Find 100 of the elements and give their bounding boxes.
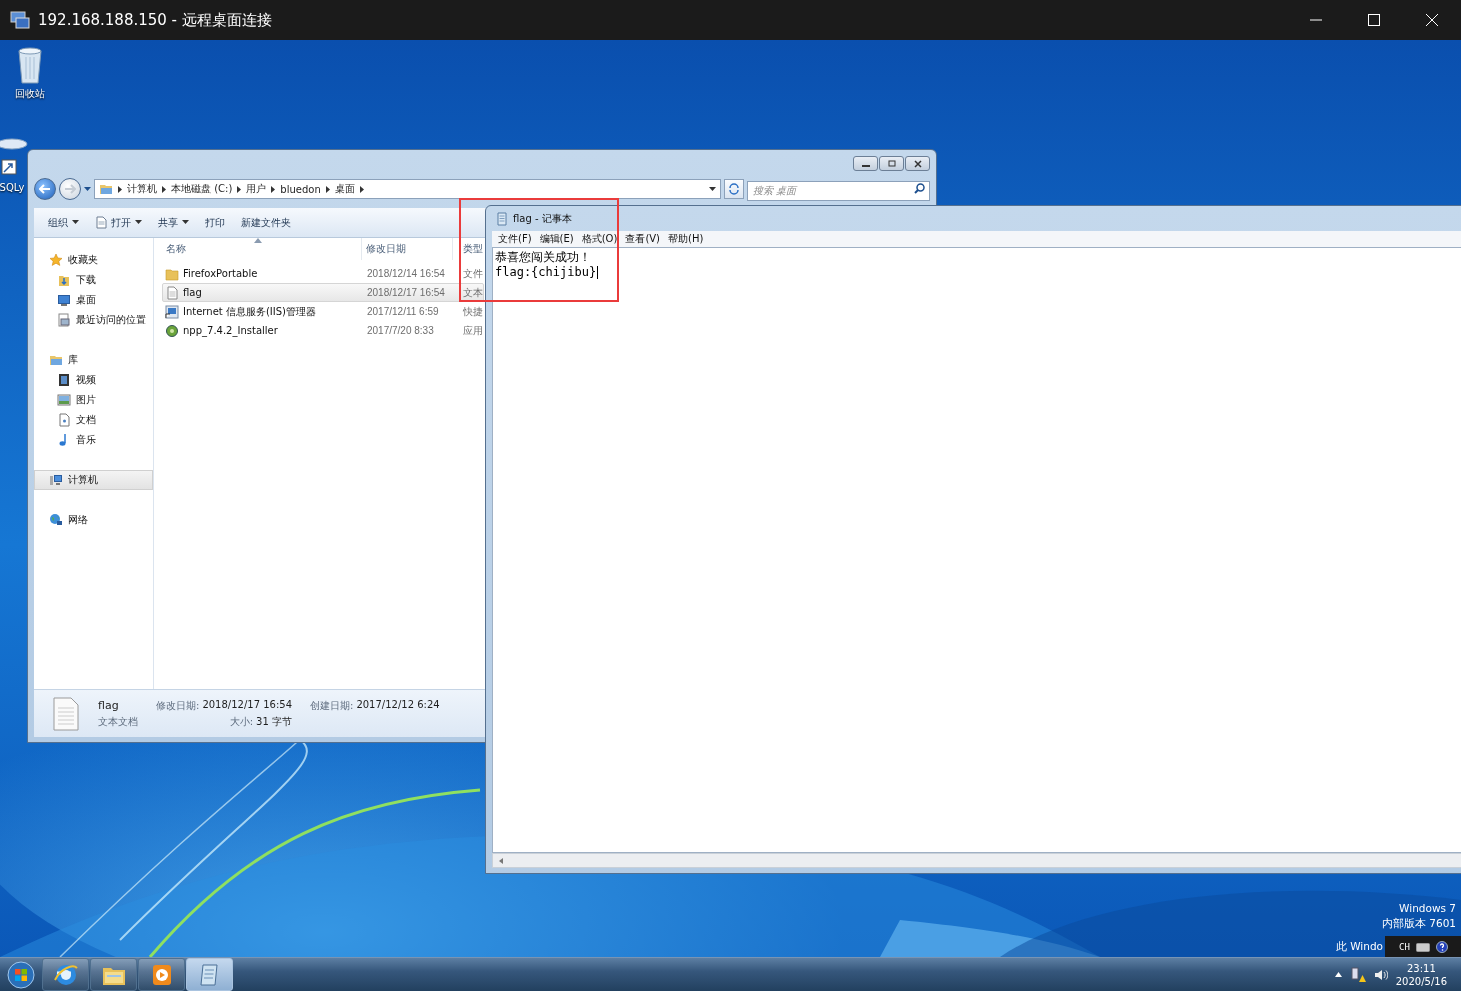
nav-item[interactable]: 下载: [34, 270, 153, 290]
folder-icon: [57, 273, 71, 287]
chevron-icon: [325, 185, 330, 193]
forward-button[interactable]: [59, 178, 81, 200]
column-header[interactable]: 修改日期: [362, 238, 453, 260]
menu-item[interactable]: 查看(V): [621, 232, 665, 246]
address-bar[interactable]: 计算机 本地磁盘 (C:) 用户 bluedon 桌面: [94, 179, 721, 199]
minimize-button[interactable]: [853, 156, 878, 171]
horizontal-scrollbar[interactable]: [492, 853, 1461, 868]
text-file-icon: [52, 695, 80, 732]
menu-item[interactable]: 格式(O): [577, 232, 622, 246]
file-row[interactable]: npp_7.4.2_Installer 2017/7/20 8:33 应用: [162, 321, 484, 340]
toolbar-button[interactable]: 共享: [152, 212, 195, 233]
window-title: 192.168.188.150 - 远程桌面连接: [38, 10, 273, 30]
watermark-text: 内部版本 7601: [1381, 916, 1456, 931]
date-cell-text: 2018/12/14 16:54: [366, 268, 446, 279]
menu-item[interactable]: 帮助(H): [664, 232, 708, 246]
file-row[interactable]: Internet 信息服务(IIS)管理器 2017/12/11 6:59 快捷: [162, 302, 484, 321]
file-type: 文本文档: [98, 714, 138, 729]
breadcrumb-item[interactable]: 桌面: [334, 182, 355, 196]
toolbar-button[interactable]: 组织: [42, 212, 85, 233]
field-value: 2018/12/17 16:54: [202, 698, 292, 712]
close-button[interactable]: [905, 156, 930, 171]
forward-arrow-icon: [64, 184, 76, 194]
close-icon: [913, 159, 922, 168]
chevron-icon: [359, 185, 364, 193]
menu-item[interactable]: 编辑(E): [535, 232, 578, 246]
date-cell-text: 2017/12/11 6:59: [366, 306, 440, 317]
file-name: flag: [183, 287, 202, 298]
column-header[interactable]: 名称: [162, 238, 362, 260]
date-cell-text: 2017/7/20 8:33: [366, 325, 435, 336]
file-row[interactable]: flag 2018/12/17 16:54 文本: [162, 283, 484, 302]
file-name: Internet 信息服务(IIS)管理器: [183, 304, 316, 319]
network-icon: [49, 513, 63, 527]
nav-item[interactable]: 图片: [34, 390, 153, 410]
taskbar-button[interactable]: [42, 958, 89, 991]
text-file-icon: [165, 285, 179, 300]
breadcrumb-item[interactable]: 计算机: [127, 182, 157, 196]
type-cell-text: 文件: [462, 266, 483, 281]
search-icon: [914, 183, 925, 194]
breadcrumb-item[interactable]: bluedon: [280, 183, 321, 195]
language-code[interactable]: CH: [1399, 941, 1410, 952]
toolbar-button[interactable]: 打开: [89, 212, 148, 233]
maximize-icon: [887, 160, 896, 167]
up-arrow-icon[interactable]: [1334, 972, 1342, 977]
type-cell-text: 快捷: [462, 304, 483, 319]
nav-item[interactable]: 收藏夹: [34, 250, 153, 270]
document-icon: [95, 216, 107, 229]
chevron-icon: [237, 185, 242, 193]
network-warning-icon[interactable]: [1349, 966, 1366, 983]
nav-item[interactable]: 桌面: [34, 290, 153, 310]
file-name: npp_7.4.2_Installer: [183, 325, 278, 336]
field-value: 2017/12/12 6:24: [356, 698, 440, 712]
notepad-icon: [496, 211, 508, 226]
taskbar-button[interactable]: [138, 958, 185, 991]
back-button[interactable]: [34, 178, 56, 200]
menu-item[interactable]: 文件(F): [494, 232, 536, 246]
nav-item[interactable]: 计算机: [34, 470, 153, 490]
text-line: 恭喜您闯关成功！: [495, 250, 591, 265]
type-cell-text: 文本: [462, 285, 483, 300]
toolbar-button[interactable]: 新建文件夹: [235, 212, 297, 233]
chevron-icon: [271, 185, 276, 193]
maximize-icon: [1368, 14, 1380, 26]
star-icon: [49, 253, 63, 267]
toolbar-button[interactable]: 打印: [199, 212, 231, 233]
help-icon: [1435, 940, 1448, 953]
field-value: 31 字节: [256, 714, 292, 729]
volume-icon[interactable]: [1373, 967, 1388, 982]
breadcrumb-item[interactable]: 用户: [246, 182, 267, 196]
refresh-button[interactable]: [724, 179, 744, 199]
refresh-icon: [728, 183, 740, 195]
text-area[interactable]: 恭喜您闯关成功！ flag:{chijibu}: [492, 247, 1461, 853]
file-row[interactable]: FirefoxPortable 2018/12/14 16:54 文件: [162, 264, 484, 283]
keyboard-icon: [1415, 941, 1430, 952]
desktop-icon-label[interactable]: 回收站: [15, 87, 45, 101]
search-field[interactable]: 搜索 桌面: [747, 180, 930, 201]
nav-item[interactable]: 最近访问的位置: [34, 310, 153, 330]
taskbar-button[interactable]: [90, 958, 137, 991]
document-icon: [57, 413, 71, 427]
remote-desktop-icon: [10, 11, 30, 29]
caret-icon: [135, 220, 142, 225]
nav-item[interactable]: 音乐: [34, 430, 153, 450]
close-icon: [1426, 14, 1438, 26]
caret-icon: [72, 220, 79, 225]
column-header[interactable]: 类型: [453, 238, 484, 260]
nav-item[interactable]: 库: [34, 350, 153, 370]
desktop-icon-label[interactable]: SQLy: [0, 182, 25, 193]
shortcut-icon: [165, 304, 179, 319]
field-label: 大小:: [229, 714, 254, 729]
text-cursor: [597, 266, 599, 279]
nav-item[interactable]: 视频: [34, 370, 153, 390]
windows-orb-icon: [6, 959, 36, 990]
field-label: 修改日期:: [156, 698, 200, 713]
nav-item[interactable]: 文档: [34, 410, 153, 430]
clock[interactable]: 23:11 2020/5/16: [1395, 962, 1447, 987]
chevron-icon: [118, 185, 122, 193]
type-cell-text: 应用: [462, 323, 483, 338]
breadcrumb-item[interactable]: 本地磁盘 (C:): [171, 182, 233, 196]
nav-item[interactable]: 网络: [34, 510, 153, 530]
caret-icon: [84, 186, 91, 192]
